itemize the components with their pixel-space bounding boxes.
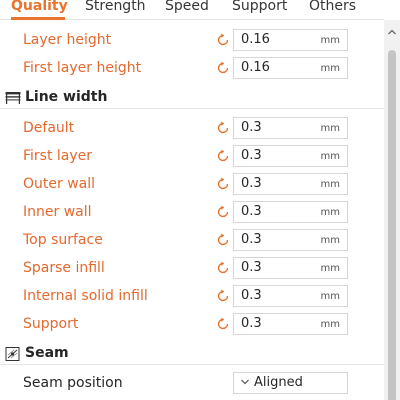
setting-label: Layer height <box>23 32 112 48</box>
field-unit: mm <box>320 235 340 246</box>
field-unit: mm <box>320 123 340 134</box>
field-value: 0.16 <box>241 32 270 47</box>
tab-strength[interactable]: Strength <box>85 0 146 14</box>
section-line-width: Line width <box>0 87 384 109</box>
field-value: 0.3 <box>241 148 262 163</box>
setting-label: First layer height <box>23 60 142 76</box>
field-unit: mm <box>320 207 340 218</box>
tab-bar: Quality Strength Speed Support Others <box>0 0 384 20</box>
setting-row-sparse-infill: Sparse infill 0.3 mm <box>0 257 384 285</box>
reset-icon[interactable] <box>216 289 230 303</box>
support-line-width-field[interactable]: 0.3 mm <box>233 313 348 335</box>
field-value: 0.3 <box>241 120 262 135</box>
field-unit: mm <box>320 35 340 46</box>
first-layer-height-field[interactable]: 0.16 mm <box>233 57 348 79</box>
reset-icon[interactable] <box>216 33 230 47</box>
inner-wall-line-width-field[interactable]: 0.3 mm <box>233 201 348 223</box>
field-unit: mm <box>320 179 340 190</box>
first-layer-line-width-field[interactable]: 0.3 mm <box>233 145 348 167</box>
setting-row-first-layer: First layer 0.3 mm <box>0 145 384 173</box>
field-value: 0.3 <box>241 176 262 191</box>
internal-solid-infill-line-width-field[interactable]: 0.3 mm <box>233 285 348 307</box>
setting-label: Top surface <box>23 232 103 248</box>
field-unit: mm <box>320 151 340 162</box>
setting-row-internal-solid-infill: Internal solid infill 0.3 mm <box>0 285 384 313</box>
section-title: Line width <box>25 89 108 105</box>
reset-icon[interactable] <box>216 233 230 247</box>
field-value: 0.3 <box>241 204 262 219</box>
reset-icon[interactable] <box>216 61 230 75</box>
active-tab-indicator <box>11 17 65 20</box>
default-line-width-field[interactable]: 0.3 mm <box>233 117 348 139</box>
reset-icon[interactable] <box>216 149 230 163</box>
reset-icon[interactable] <box>216 121 230 135</box>
setting-row-inner-wall: Inner wall 0.3 mm <box>0 201 384 229</box>
top-surface-line-width-field[interactable]: 0.3 mm <box>233 229 348 251</box>
setting-row-top-surface: Top surface 0.3 mm <box>0 229 384 257</box>
setting-row-seam-position: Seam position Aligned <box>0 372 384 400</box>
section-seam: Seam <box>0 343 384 365</box>
field-value: 0.3 <box>241 288 262 303</box>
setting-label: Internal solid infill <box>23 288 148 304</box>
reset-icon[interactable] <box>216 205 230 219</box>
reset-icon[interactable] <box>216 317 230 331</box>
setting-label: Inner wall <box>23 204 92 220</box>
field-value: 0.16 <box>241 60 270 75</box>
line-width-icon <box>5 92 21 104</box>
setting-label: Sparse infill <box>23 260 105 276</box>
setting-row-first-layer-height: First layer height 0.16 mm <box>0 57 384 85</box>
scrollbar-thumb[interactable] <box>388 50 396 400</box>
setting-label: Outer wall <box>23 176 96 192</box>
setting-label: Support <box>23 316 79 332</box>
outer-wall-line-width-field[interactable]: 0.3 mm <box>233 173 348 195</box>
select-value: Aligned <box>254 375 303 390</box>
setting-row-default: Default 0.3 mm <box>0 117 384 145</box>
field-unit: mm <box>320 319 340 330</box>
field-value: 0.3 <box>241 260 262 275</box>
tab-others[interactable]: Others <box>309 0 356 14</box>
seam-position-select[interactable]: Aligned <box>233 372 348 394</box>
field-unit: mm <box>320 291 340 302</box>
section-title: Seam <box>25 345 69 361</box>
scroll-up-icon[interactable] <box>387 28 397 36</box>
tab-speed[interactable]: Speed <box>165 0 209 14</box>
chevron-down-icon <box>241 379 249 385</box>
seam-icon <box>5 347 20 361</box>
sparse-infill-line-width-field[interactable]: 0.3 mm <box>233 257 348 279</box>
setting-label: Default <box>23 120 75 136</box>
settings-panel: Layer height 0.16 mm First layer height … <box>0 21 384 400</box>
field-unit: mm <box>320 263 340 274</box>
field-value: 0.3 <box>241 232 262 247</box>
reset-icon[interactable] <box>216 261 230 275</box>
tab-quality[interactable]: Quality <box>11 0 68 14</box>
field-unit: mm <box>320 63 340 74</box>
setting-row-layer-height: Layer height 0.16 mm <box>0 29 384 57</box>
setting-row-outer-wall: Outer wall 0.3 mm <box>0 173 384 201</box>
layer-height-field[interactable]: 0.16 mm <box>233 29 348 51</box>
setting-row-support: Support 0.3 mm <box>0 313 384 341</box>
field-value: 0.3 <box>241 316 262 331</box>
setting-label: First layer <box>23 148 93 164</box>
reset-icon[interactable] <box>216 177 230 191</box>
tab-support[interactable]: Support <box>232 0 287 14</box>
setting-label: Seam position <box>23 375 123 391</box>
vertical-scrollbar[interactable] <box>384 20 400 400</box>
